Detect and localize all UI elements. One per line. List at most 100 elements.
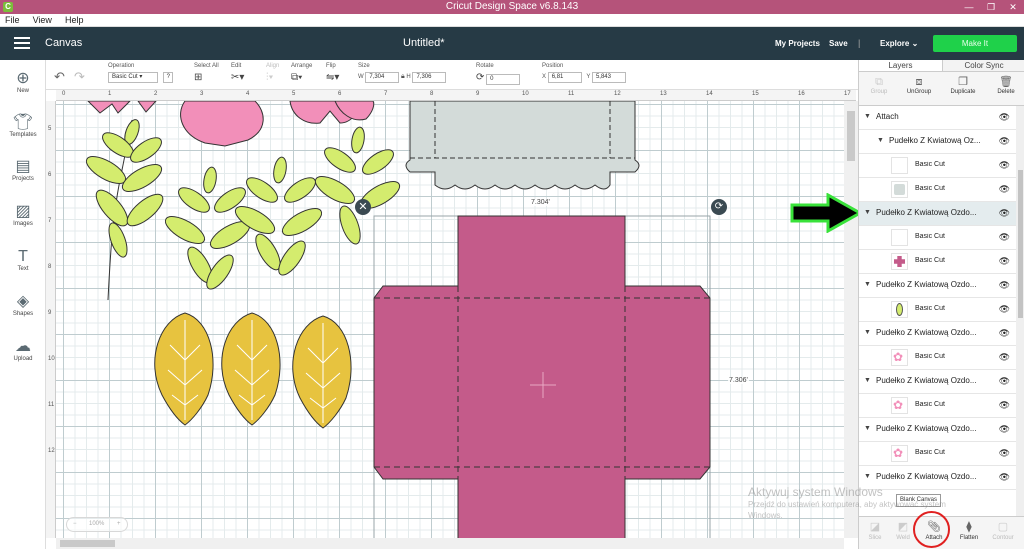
caret-down-icon[interactable]: ▼ — [864, 209, 871, 216]
minimize-button[interactable]: — — [958, 0, 980, 14]
delete-handle-icon[interactable]: ✕ — [355, 199, 371, 215]
layers-panel: Layers Color Sync ⧉ Group ⧈ UnGroup ❐ Du… — [858, 60, 1024, 549]
operation-info-icon[interactable]: ? — [162, 72, 173, 83]
eye-icon[interactable]: 👁︎ — [999, 376, 1010, 387]
eye-icon[interactable]: 👁︎ — [999, 472, 1010, 483]
layers-scrollbar[interactable] — [1016, 106, 1024, 516]
layer-item[interactable]: Basic Cut 👁︎ — [859, 250, 1016, 274]
sidebar-item-shapes[interactable]: ◈ Shapes — [0, 293, 46, 317]
contour-button[interactable]: ▢ Contour — [987, 520, 1019, 541]
edit-scissors-icon[interactable]: ✂▾ — [231, 72, 244, 83]
eye-icon[interactable]: 👁︎ — [999, 424, 1010, 435]
eye-icon[interactable]: 👁︎ — [999, 256, 1010, 267]
align-icon[interactable]: ⫶▾ — [266, 72, 273, 83]
caret-down-icon[interactable]: ▼ — [864, 329, 871, 336]
rotate-handle-icon[interactable]: ⟳ — [711, 199, 727, 215]
eye-icon[interactable]: 👁︎ — [999, 400, 1010, 411]
eye-icon[interactable]: 👁︎ — [999, 352, 1010, 363]
canvas-vertical-scrollbar[interactable] — [844, 101, 858, 538]
layer-item[interactable]: Basic Cut 👁︎ — [859, 226, 1016, 250]
eye-icon[interactable]: 👁︎ — [999, 304, 1010, 315]
caret-down-icon[interactable]: ▼ — [877, 137, 884, 144]
eye-icon[interactable]: 👁︎ — [999, 112, 1010, 123]
size-height-input[interactable]: 7,306 — [412, 72, 447, 83]
layer-group[interactable]: ▼ Pudełko Z Kwiatową Ozdo... 👁︎ — [859, 274, 1016, 298]
flip-icon[interactable]: ⇋▾ — [326, 72, 339, 83]
layer-group[interactable]: ▼ Pudełko Z Kwiatową Oz... 👁︎ — [859, 130, 1016, 154]
operation-value: Basic Cut — [112, 74, 138, 80]
eye-icon[interactable]: 👁︎ — [999, 136, 1010, 147]
sidebar-item-projects[interactable]: ▤ Projects — [0, 158, 46, 182]
sidebar-item-templates[interactable]: 👕︎ Templates — [0, 114, 46, 138]
tab-color-sync[interactable]: Color Sync — [942, 60, 1024, 71]
caret-down-icon[interactable]: ▼ — [864, 425, 871, 432]
layer-group[interactable]: ▼ Pudełko Z Kwiatową Ozdo... 👁︎ — [859, 322, 1016, 346]
explore-dropdown[interactable]: Explore ⌄ — [880, 39, 918, 48]
zoom-in-button[interactable]: + — [117, 521, 121, 527]
eye-icon[interactable]: 👁︎ — [999, 328, 1010, 339]
layer-group[interactable]: ▼ Attach 👁︎ — [859, 106, 1016, 130]
duplicate-button[interactable]: ❐ Duplicate — [943, 75, 983, 95]
operation-select[interactable]: Basic Cut ▾ — [108, 72, 158, 83]
sidebar-item-upload[interactable]: ☁︎ Upload — [0, 338, 46, 362]
layer-group[interactable]: ▼ Pudełko Z Kwiatową Ozdo... 👁︎ — [859, 202, 1016, 226]
layer-name: Basic Cut — [915, 257, 945, 264]
redo-icon[interactable]: ↷ — [74, 69, 85, 85]
ungroup-button[interactable]: ⧈ UnGroup — [899, 75, 939, 95]
layer-item[interactable]: Basic Cut 👁︎ — [859, 154, 1016, 178]
hamburger-menu-icon[interactable] — [14, 37, 30, 49]
caret-down-icon[interactable]: ▼ — [864, 113, 871, 120]
maximize-button[interactable]: ❐ — [980, 0, 1002, 14]
delete-button[interactable]: 🗑︎ Delete — [986, 75, 1024, 95]
zoom-out-button[interactable]: − — [73, 521, 77, 527]
layer-item[interactable]: ✿ Basic Cut 👁︎ — [859, 442, 1016, 466]
caret-down-icon[interactable]: ▼ — [864, 377, 871, 384]
caret-down-icon[interactable]: ▼ — [864, 281, 871, 288]
scrollbar-thumb[interactable] — [1018, 170, 1023, 318]
save-button[interactable]: Save — [829, 39, 848, 48]
my-projects-button[interactable]: My Projects — [775, 39, 820, 48]
design-canvas[interactable]: 7.304' 7.306' — [56, 101, 844, 538]
layer-item[interactable]: ✿ Basic Cut 👁︎ — [859, 394, 1016, 418]
size-width-input[interactable]: 7,304 — [365, 72, 400, 83]
sidebar-item-text[interactable]: T Text — [0, 248, 46, 272]
group-button[interactable]: ⧉ Group — [859, 75, 899, 95]
position-x-input[interactable]: 6,81 — [547, 72, 582, 83]
sidebar-item-new[interactable]: ⊕ New — [0, 70, 46, 94]
eye-icon[interactable]: 👁︎ — [999, 184, 1010, 195]
canvas-horizontal-scrollbar[interactable] — [56, 538, 844, 549]
layer-name: Basic Cut — [915, 401, 945, 408]
layer-group[interactable]: ▼ Pudełko Z Kwiatową Ozdo... 👁︎ — [859, 418, 1016, 442]
caret-down-icon[interactable]: ▼ — [864, 473, 871, 480]
ruler-tick-label: 4 — [246, 91, 250, 97]
layer-item[interactable]: Basic Cut 👁︎ — [859, 298, 1016, 322]
flatten-button[interactable]: ⧫ Flatten — [953, 520, 985, 541]
scrollbar-thumb[interactable] — [847, 111, 855, 161]
ruler-tick-label: 5 — [48, 126, 52, 132]
undo-icon[interactable]: ↶ — [54, 69, 65, 85]
lock-icon[interactable]: 🔒︎ — [401, 73, 405, 80]
menu-view[interactable]: View — [28, 14, 57, 27]
close-window-button[interactable]: ✕ — [1002, 0, 1024, 14]
sidebar-item-images[interactable]: ▨ Images — [0, 203, 46, 227]
tab-layers[interactable]: Layers — [859, 61, 942, 70]
layer-item[interactable]: Basic Cut 👁︎ — [859, 178, 1016, 202]
select-all-icon[interactable]: ⊞ — [194, 72, 202, 83]
eye-icon[interactable]: 👁︎ — [999, 160, 1010, 171]
menu-file[interactable]: File — [0, 14, 25, 27]
eye-icon[interactable]: 👁︎ — [999, 208, 1010, 219]
make-it-button[interactable]: Make It — [933, 35, 1017, 52]
layer-item[interactable]: ✿ Basic Cut 👁︎ — [859, 346, 1016, 370]
eye-icon[interactable]: 👁︎ — [999, 232, 1010, 243]
eye-icon[interactable]: 👁︎ — [999, 280, 1010, 291]
eye-icon[interactable]: 👁︎ — [999, 448, 1010, 459]
rotate-input[interactable]: 0 — [486, 74, 521, 85]
header-separator: | — [858, 38, 861, 48]
menu-help[interactable]: Help — [60, 14, 89, 27]
scrollbar-thumb[interactable] — [60, 540, 115, 547]
arrange-icon[interactable]: ⧉▾ — [291, 72, 302, 83]
layer-group[interactable]: ▼ Pudełko Z Kwiatową Ozdo... 👁︎ — [859, 370, 1016, 394]
size-h-label: H — [406, 74, 411, 80]
position-y-input[interactable]: 5,843 — [591, 72, 626, 83]
contour-icon: ▢ — [997, 521, 1009, 533]
